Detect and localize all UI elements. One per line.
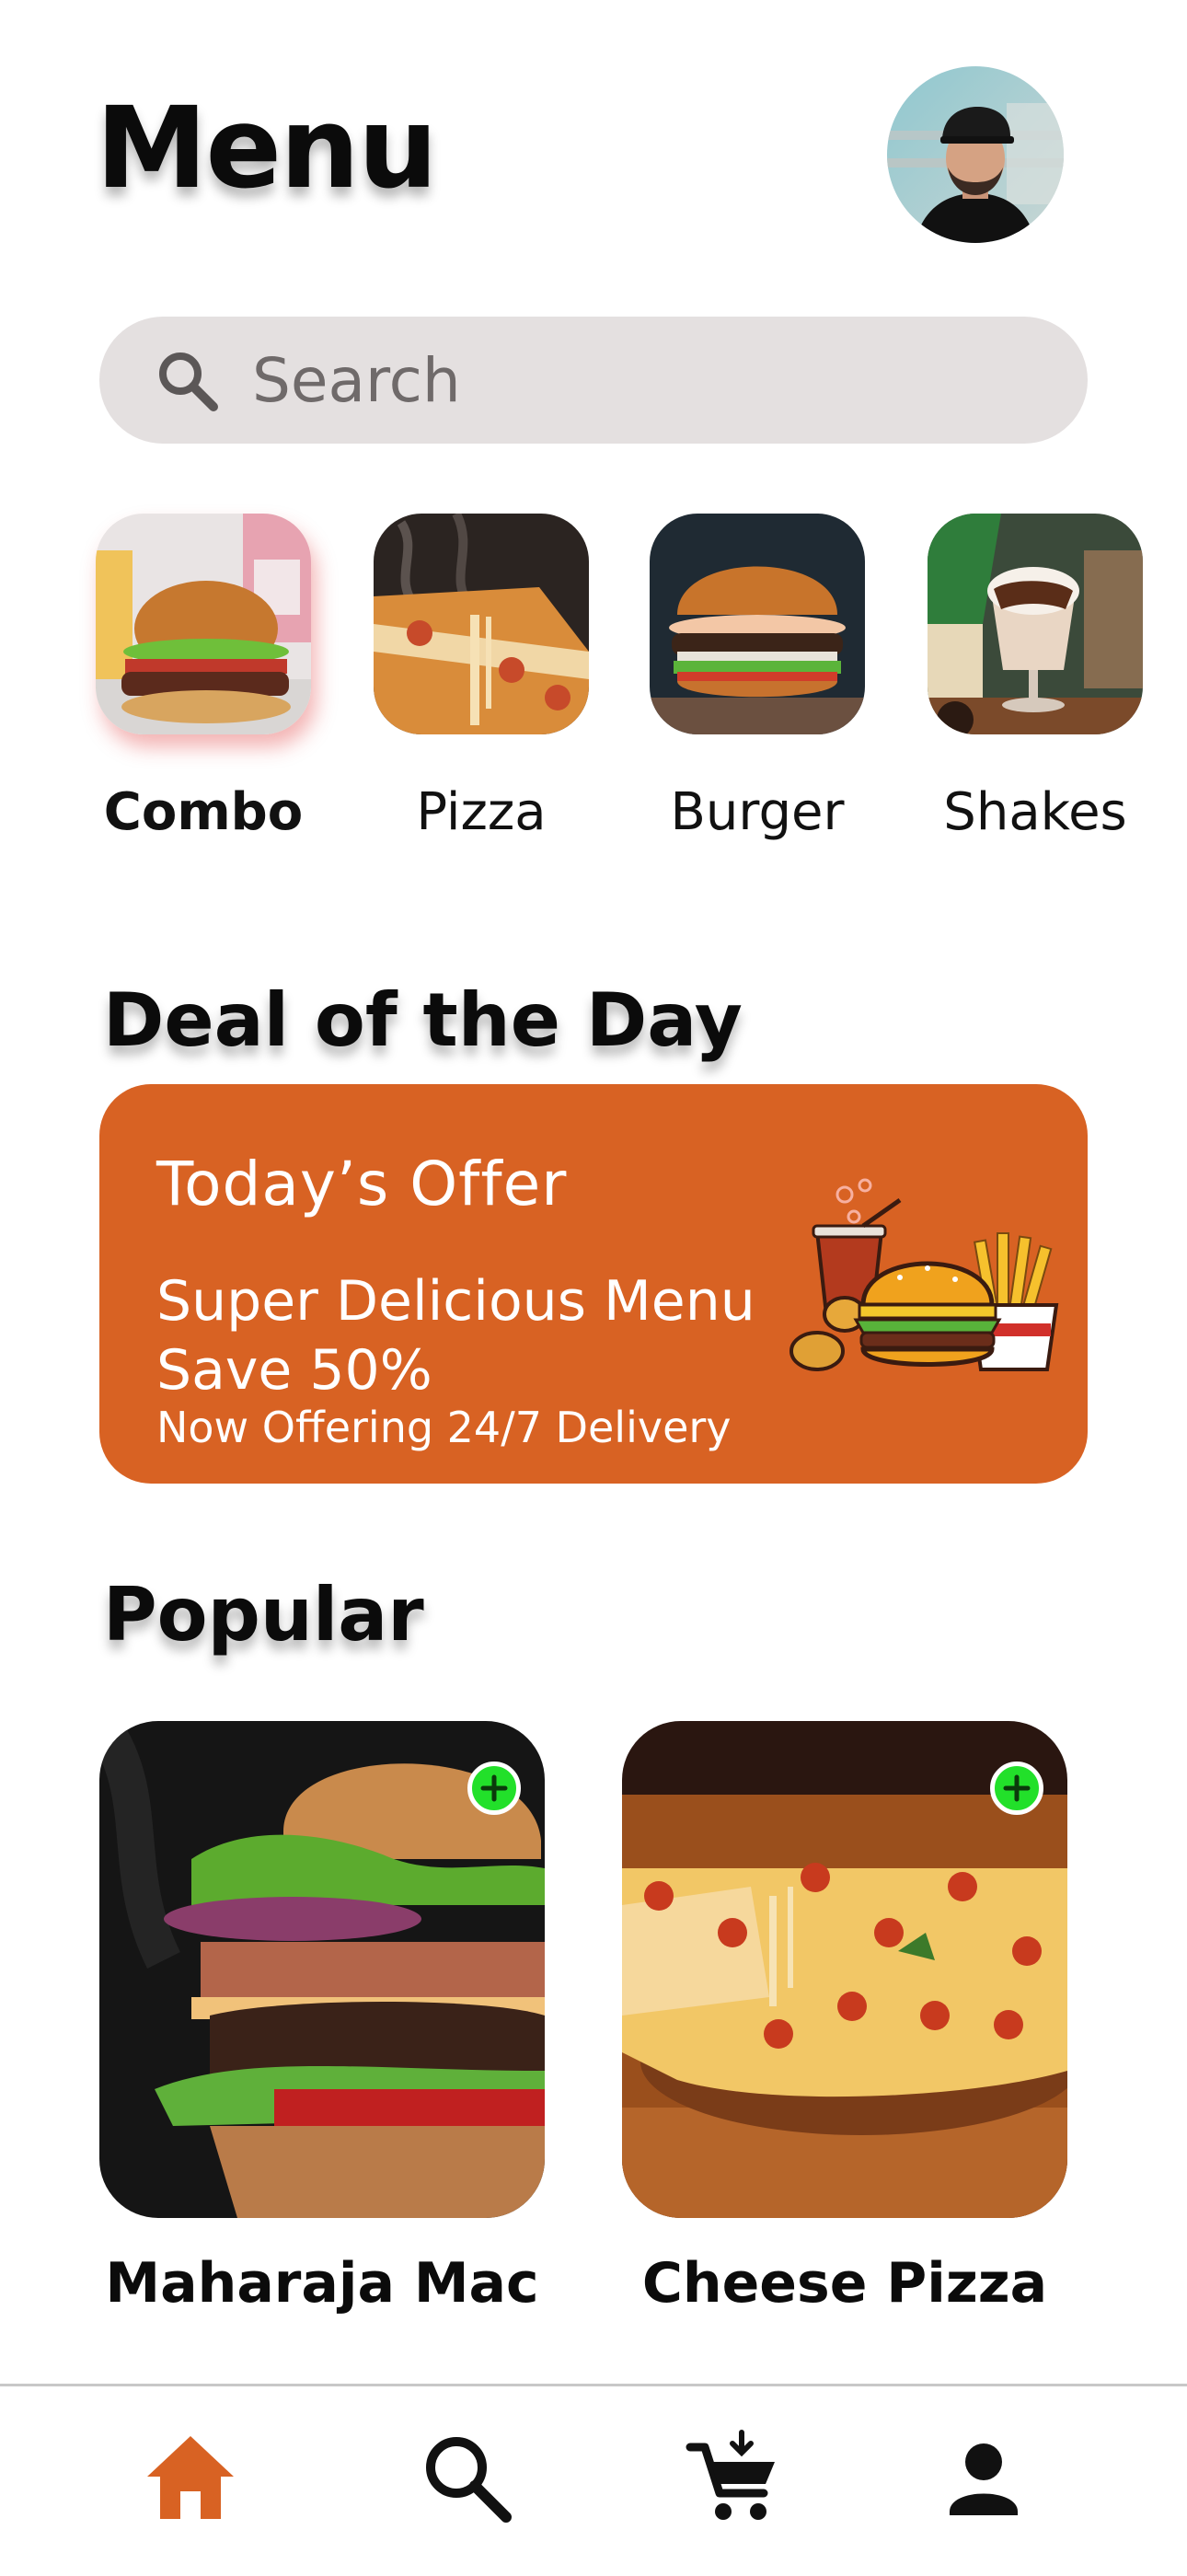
page-title: Menu [96,83,438,214]
search-icon [426,2437,512,2523]
deal-discount: Save 50% [156,1338,432,1403]
shakes-image [928,514,1143,734]
popular-item-cheese-pizza[interactable]: Cheese Pizza [622,1721,1067,2316]
item-name: Maharaja Mac [105,2251,539,2316]
cheese-pizza-image [622,1721,1067,2218]
item-name: Cheese Pizza [641,2251,1048,2316]
add-to-cart-button[interactable] [467,1762,521,1815]
maharaja-mac-image [99,1721,545,2218]
category-pizza[interactable]: Pizza [374,514,589,842]
cart-icon [686,2430,775,2520]
avatar[interactable] [887,66,1064,243]
search-icon [155,348,221,414]
add-to-cart-button[interactable] [990,1762,1043,1815]
bottom-nav [0,2384,1187,2576]
category-label: Combo [103,782,304,842]
category-label: Shakes [943,782,1127,842]
pizza-image [374,514,589,734]
category-label: Pizza [416,782,547,842]
category-combo[interactable]: Combo [96,514,311,842]
deal-card[interactable]: Today’s Offer Super Delicious Menu Save … [99,1084,1088,1484]
profile-icon [950,2443,1018,2515]
category-burger[interactable]: Burger [650,514,865,842]
search-bar[interactable] [99,317,1088,444]
deal-subtitle: Super Delicious Menu [156,1269,755,1334]
popular-heading: Popular [103,1572,424,1658]
combo-meal-illustration [780,1176,1075,1415]
home-icon [147,2436,234,2519]
deal-note: Now Offering 24/7 Delivery [156,1403,732,1452]
search-input[interactable] [252,344,1043,416]
nav-home[interactable] [140,2427,241,2528]
popular-item-maharaja-mac[interactable]: Maharaja Mac [99,1721,545,2316]
burger-image [650,514,865,734]
deal-heading: Deal of the Day [103,977,743,1063]
nav-cart[interactable] [683,2427,784,2528]
nav-search[interactable] [416,2427,517,2528]
category-label: Burger [670,782,845,842]
combo-image [96,514,311,734]
deal-title: Today’s Offer [156,1149,568,1219]
category-shakes[interactable]: Shakes [928,514,1143,842]
nav-profile[interactable] [933,2427,1034,2528]
